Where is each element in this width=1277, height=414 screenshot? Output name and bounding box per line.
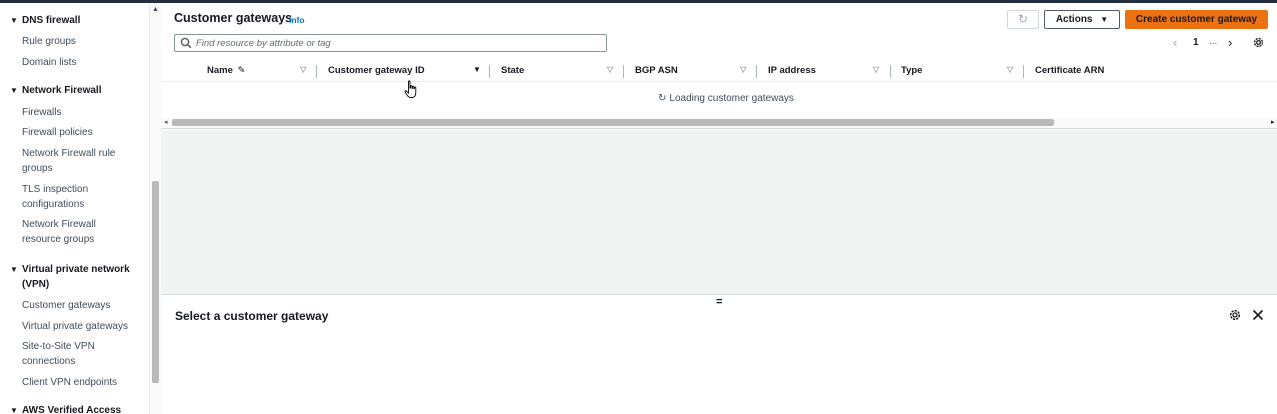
gear-icon[interactable] <box>1228 308 1242 322</box>
actions-label: Actions <box>1055 14 1093 25</box>
main-content: Customer gateways info ↻ Actions ▼ Creat… <box>161 3 1277 414</box>
sidebar-item-site-to-site-vpn-connections[interactable]: Site-to-Site VPN connections <box>22 339 102 369</box>
sidebar-section-dns-firewall[interactable]: ▼ DNS firewall <box>10 13 80 28</box>
pagination: ‹ 1 ... › <box>1173 35 1277 50</box>
refresh-button[interactable]: ↻ <box>1007 10 1039 29</box>
column-divider[interactable] <box>489 65 490 78</box>
sidebar-section-aws-verified-access[interactable]: ▼ AWS Verified Access <box>10 403 121 414</box>
loading-indicator: ↻ Loading customer gateways <box>658 93 794 104</box>
page-number[interactable]: 1 <box>1193 37 1199 48</box>
sort-icon[interactable]: ▽ <box>1007 65 1013 74</box>
sort-icon[interactable]: ▼ <box>473 65 481 74</box>
table-header: Name ✎ ▽ Customer gateway ID ▼ State ▽ B… <box>161 60 1277 82</box>
sort-icon[interactable]: ▽ <box>300 65 306 74</box>
scroll-left-arrow-icon[interactable]: ◂ <box>164 118 168 126</box>
column-header-customer-gateway-id[interactable]: Customer gateway ID <box>328 65 425 77</box>
sidebar-item-client-vpn-endpoints[interactable]: Client VPN endpoints <box>22 375 144 390</box>
sidebar-item-network-firewall-rule-groups[interactable]: Network Firewall rule groups <box>22 146 122 176</box>
empty-content-area <box>161 130 1277 295</box>
edit-pencil-icon: ✎ <box>237 65 246 76</box>
column-header-bgp-asn[interactable]: BGP ASN <box>635 65 678 77</box>
sort-icon[interactable]: ▽ <box>740 65 746 74</box>
search-input[interactable] <box>196 36 601 50</box>
scroll-right-arrow-icon[interactable]: ▸ <box>1271 118 1275 126</box>
caret-down-icon: ▼ <box>10 265 18 274</box>
sort-icon[interactable]: ▽ <box>607 65 613 74</box>
sidebar-item-firewalls[interactable]: Firewalls <box>22 105 144 120</box>
caret-down-icon: ▼ <box>10 86 18 95</box>
search-bar[interactable] <box>174 34 607 52</box>
page-ellipsis: ... <box>1209 36 1218 47</box>
sidebar-item-firewall-policies[interactable]: Firewall policies <box>22 125 144 140</box>
horizontal-scrollbar-thumb[interactable] <box>172 119 1054 126</box>
sidebar-item-network-firewall-resource-groups[interactable]: Network Firewall resource groups <box>22 217 104 247</box>
column-header-type[interactable]: Type <box>901 65 922 77</box>
sidebar-item-rule-groups[interactable]: Rule groups <box>22 34 144 49</box>
spinner-icon: ↻ <box>658 93 667 104</box>
column-divider[interactable] <box>316 65 317 78</box>
sidebar-item-virtual-private-gateways[interactable]: Virtual private gateways <box>22 319 144 334</box>
page-title: Customer gateways <box>174 11 293 25</box>
gear-icon[interactable] <box>1252 36 1265 49</box>
sidebar-item-domain-lists[interactable]: Domain lists <box>22 55 144 70</box>
sidebar-scrollbar[interactable]: ▲ <box>149 3 161 414</box>
info-link[interactable]: info <box>289 15 305 25</box>
sidebar-item-customer-gateways[interactable]: Customer gateways <box>22 298 144 313</box>
actions-button[interactable]: Actions ▼ <box>1044 10 1120 29</box>
sidebar-scrollbar-thumb[interactable] <box>152 181 159 383</box>
close-icon[interactable] <box>1251 308 1265 322</box>
sidebar-section-vpn[interactable]: ▼ Virtual private network (VPN) <box>10 262 136 292</box>
caret-down-icon: ▼ <box>10 16 18 25</box>
sidebar-navigation: ▼ DNS firewall Rule groups Domain lists ▼… <box>0 3 149 414</box>
horizontal-scrollbar[interactable]: ◂ ▸ <box>161 118 1277 128</box>
search-icon <box>180 37 192 49</box>
column-divider[interactable] <box>1023 65 1024 78</box>
scroll-up-arrow-icon[interactable]: ▲ <box>152 6 159 13</box>
column-header-name[interactable]: Name ✎ <box>207 65 245 77</box>
previous-page-icon[interactable]: ‹ <box>1173 35 1177 50</box>
next-page-icon[interactable]: › <box>1228 35 1232 50</box>
split-panel-title: Select a customer gateway <box>175 309 329 323</box>
hand-pointer-cursor-icon <box>404 80 417 98</box>
refresh-icon: ↻ <box>1017 12 1029 26</box>
column-header-certificate-arn[interactable]: Certificate ARN <box>1035 65 1104 77</box>
caret-down-icon: ▼ <box>10 406 18 414</box>
column-header-ip-address[interactable]: IP address <box>768 65 816 77</box>
sidebar-section-network-firewall[interactable]: ▼ Network Firewall <box>10 83 101 98</box>
column-divider[interactable] <box>756 65 757 78</box>
customer-gateways-list: Customer gateways info ↻ Actions ▼ Creat… <box>161 3 1277 129</box>
split-panel-resize-handle[interactable]: = <box>716 296 722 308</box>
split-panel: = Select a customer gateway <box>161 295 1277 414</box>
sort-icon[interactable]: ▽ <box>873 65 879 74</box>
column-divider[interactable] <box>890 65 891 78</box>
sidebar-item-tls-inspection-configurations[interactable]: TLS inspection configurations <box>22 182 102 212</box>
column-header-state[interactable]: State <box>501 65 524 77</box>
column-divider[interactable] <box>623 65 624 78</box>
create-customer-gateway-button[interactable]: Create customer gateway <box>1125 10 1268 29</box>
caret-down-icon: ▼ <box>1100 15 1109 24</box>
